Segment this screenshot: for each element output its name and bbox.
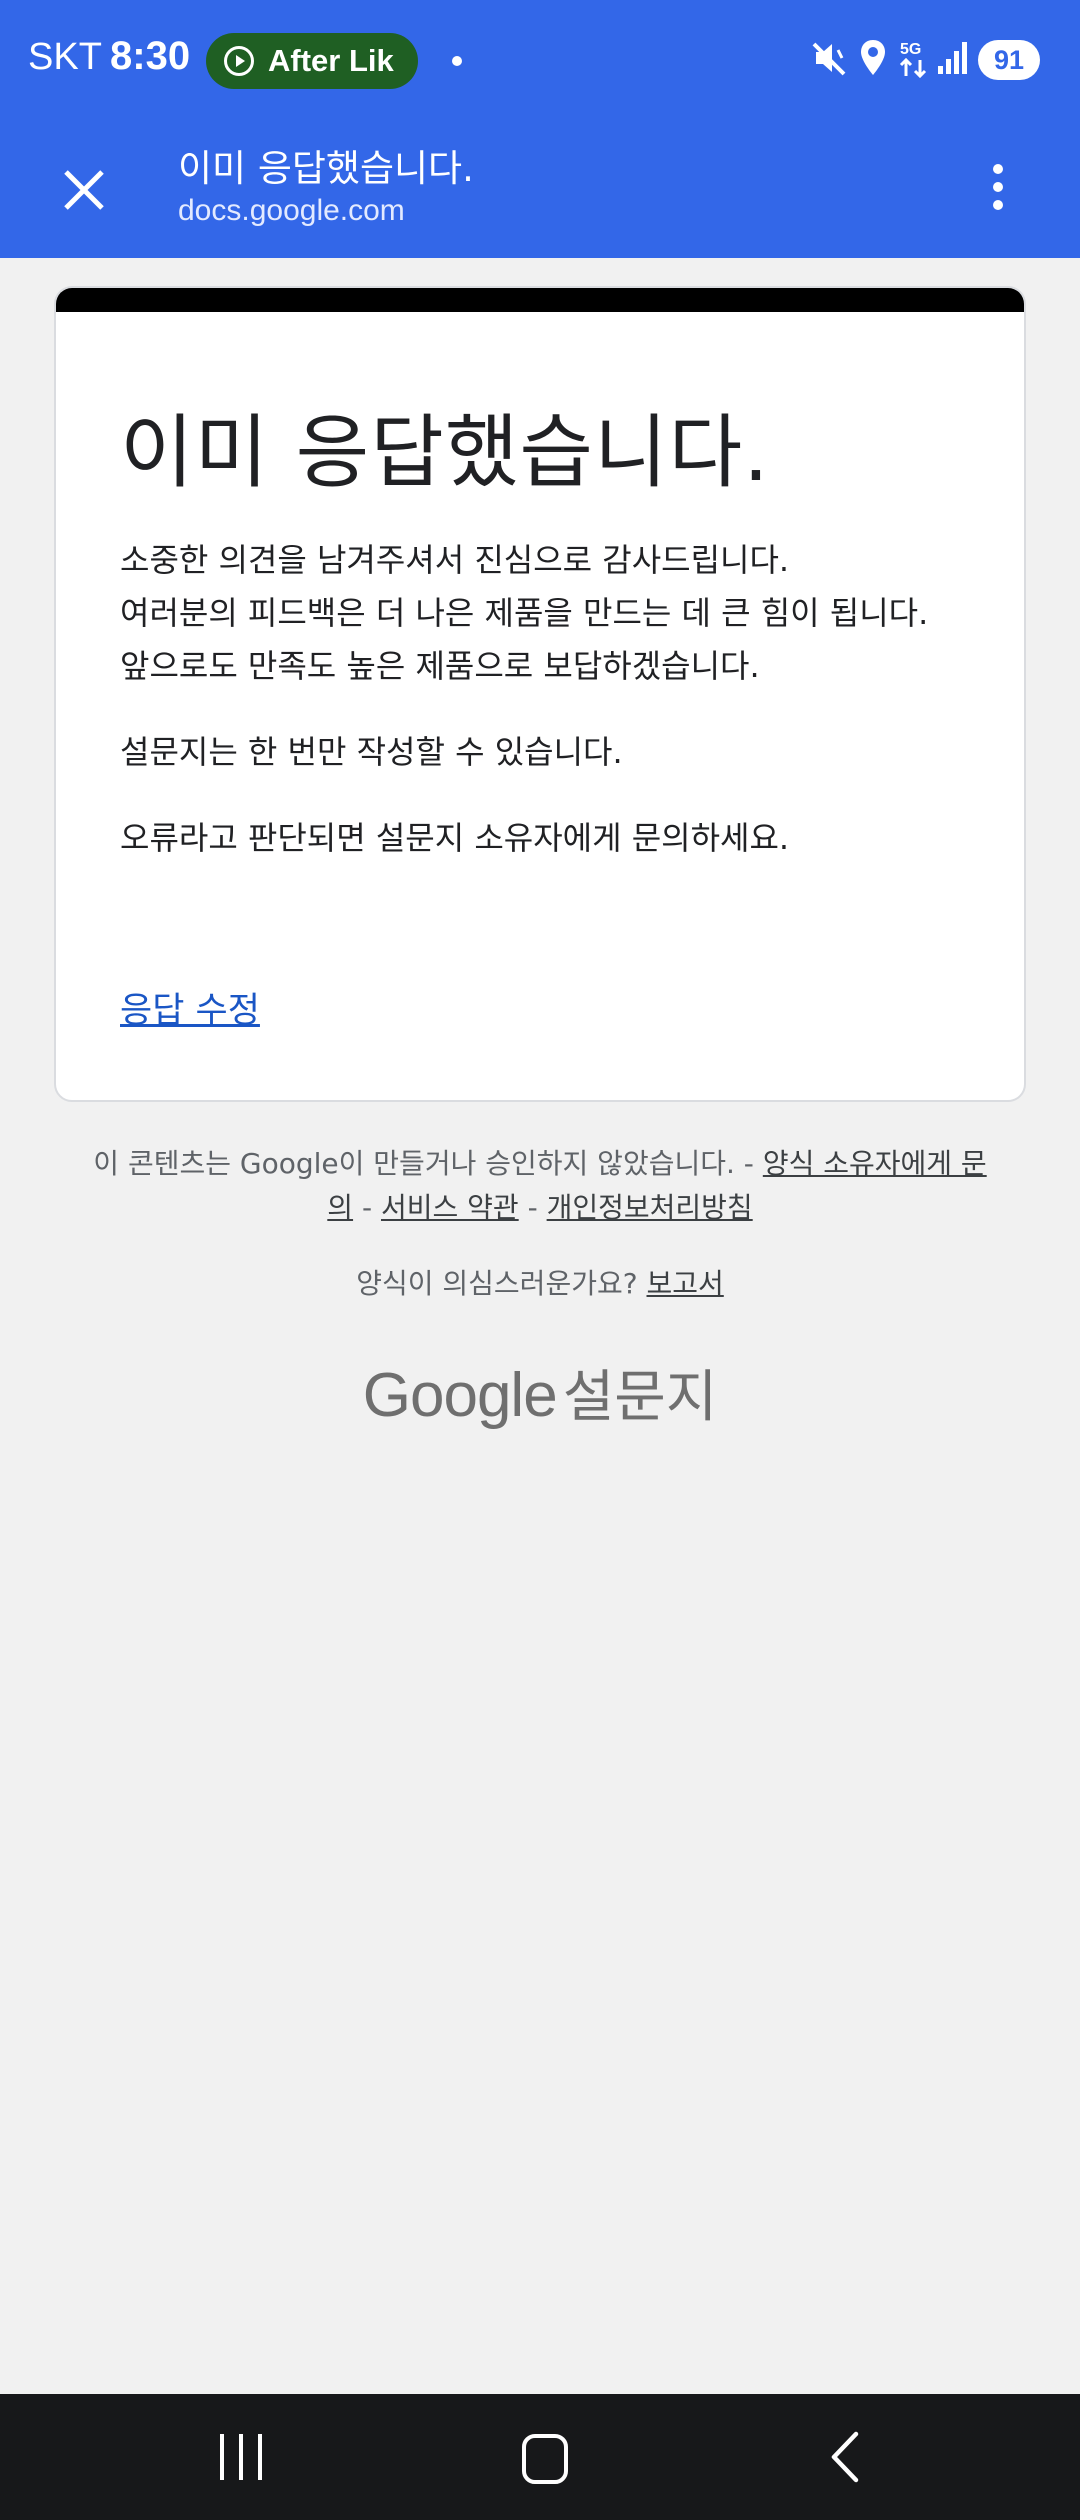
svg-text:5G: 5G <box>900 41 921 58</box>
report-question: 양식이 의심스러운가요? <box>356 1267 638 1300</box>
separator: - <box>361 1191 373 1224</box>
status-bar: SKT 8:30 After Lik 5G 91 <box>0 0 1080 122</box>
message-line: 여러분의 피드백은 더 나은 제품을 만드는 데 큰 힘이 됩니다. <box>120 594 929 632</box>
custom-tab-toolbar: 이미 응답했습니다. docs.google.com <box>0 122 1080 258</box>
system-navigation-bar <box>0 2394 1080 2520</box>
back-icon[interactable] <box>826 2430 866 2484</box>
card-heading: 이미 응답했습니다. <box>120 406 770 499</box>
card-accent-bar <box>56 288 1024 312</box>
google-forms-logo[interactable]: Google 설문지 <box>0 1352 1080 1433</box>
separator: - <box>527 1191 538 1224</box>
more-options-icon[interactable] <box>984 156 1012 220</box>
home-icon[interactable] <box>522 2434 568 2484</box>
media-playback-pill[interactable]: After Lik <box>206 33 418 89</box>
mute-vibrate-icon <box>812 42 846 76</box>
once-notice: 설문지는 한 번만 작성할 수 있습니다. <box>120 733 623 771</box>
carrier-label: SKT <box>28 36 102 78</box>
recent-apps-icon[interactable] <box>216 2434 266 2480</box>
contact-notice: 오류라고 판단되면 설문지 소유자에게 문의하세요. <box>120 819 790 857</box>
disclaimer-text: 이 콘텐츠는 Google이 만들거나 승인하지 않았습니다. <box>93 1147 735 1180</box>
network-5g-icon: 5G <box>899 41 927 79</box>
edit-response-link[interactable]: 응답 수정 <box>120 982 260 1033</box>
message-line: 앞으로도 만족도 높은 제품으로 보답하겠습니다. <box>120 647 760 685</box>
clock: 8:30 <box>110 34 191 78</box>
battery-indicator: 91 <box>978 40 1040 80</box>
separator: - <box>743 1147 754 1180</box>
page-url: docs.google.com <box>178 194 405 227</box>
report-link[interactable]: 보고서 <box>647 1267 724 1300</box>
notification-dot-icon <box>452 56 462 66</box>
card-message: 소중한 의견을 남겨주셔서 진심으로 감사드립니다. 여러분의 피드백은 더 나… <box>120 534 970 865</box>
play-icon <box>224 46 254 76</box>
privacy-link[interactable]: 개인정보처리방침 <box>547 1191 753 1224</box>
message-line: 소중한 의견을 남겨주셔서 진심으로 감사드립니다. <box>120 541 790 579</box>
forms-wordmark: 설문지 <box>562 1365 718 1430</box>
google-wordmark: Google <box>362 1361 558 1430</box>
location-icon <box>861 40 885 75</box>
close-icon[interactable] <box>54 160 114 220</box>
signal-strength-icon <box>938 42 967 74</box>
footer-disclaimer: 이 콘텐츠는 Google이 만들거나 승인하지 않았습니다. - 양식 소유자… <box>90 1142 990 1230</box>
report-line: 양식이 의심스러운가요? 보고서 <box>0 1262 1080 1302</box>
terms-link[interactable]: 서비스 약관 <box>381 1191 519 1224</box>
page-title: 이미 응답했습니다. <box>178 147 474 190</box>
media-title: After Lik <box>268 43 394 78</box>
response-card: 이미 응답했습니다. 소중한 의견을 남겨주셔서 진심으로 감사드립니다. 여러… <box>54 286 1026 1102</box>
